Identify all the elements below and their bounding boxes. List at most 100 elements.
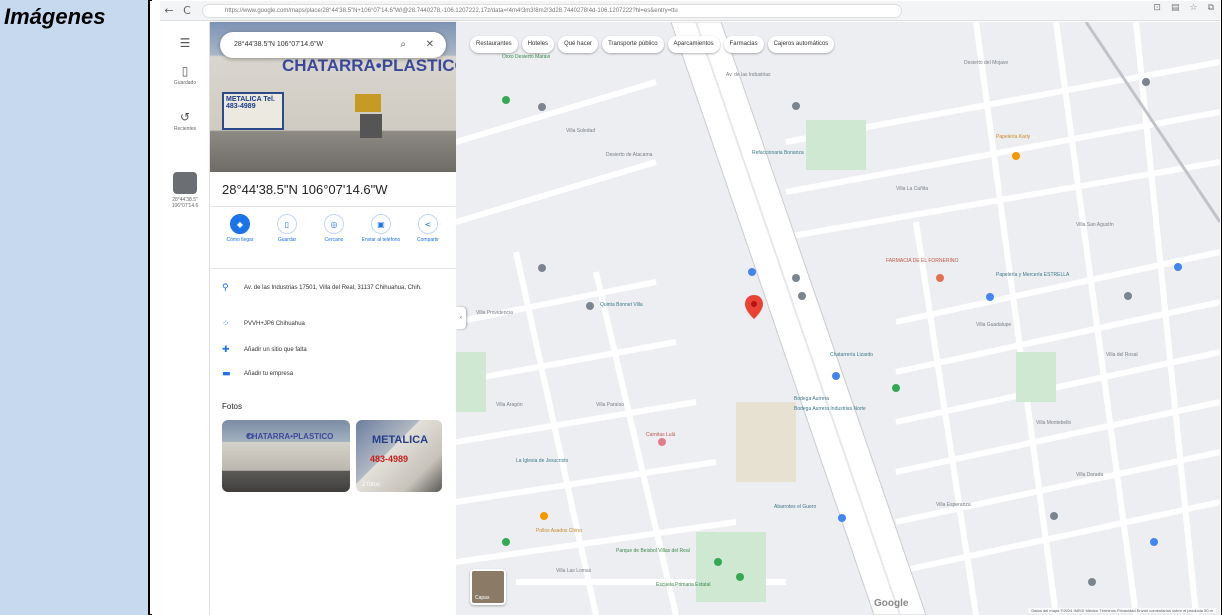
plus-code-text: PVVH+JP6 Chihuahua <box>244 321 305 327</box>
send-to-phone-label: Enviar al teléfono <box>361 237 401 243</box>
map-canvas[interactable]: Restaurantes Hoteles Qué hacer Transport… <box>456 22 1220 615</box>
poi-label[interactable]: Pollos Asados Chino <box>536 528 582 534</box>
street-label: Villa Esperanza <box>936 502 971 508</box>
browser-toolbar: ← C https://www.google.com/maps/place/28… <box>160 1 1220 21</box>
poi-label[interactable]: Papelería y Mercería ESTRELLA <box>996 272 1069 278</box>
poi-label[interactable]: Carnitas Lulú <box>646 432 675 438</box>
location-pin-icon: ⚲ <box>222 283 229 293</box>
saved-label: Guardado <box>173 80 197 86</box>
poi-label[interactable]: FARMACIA DE EL FORNERINO <box>886 258 958 264</box>
chip-things-to-do[interactable]: Qué hacer <box>558 36 599 53</box>
poi-label[interactable]: Parque de Beisbol Villas del Real <box>616 548 690 554</box>
bookmark-icon: ▯ <box>277 214 297 234</box>
directions-icon: ◆ <box>230 214 250 234</box>
history-icon: ↺ <box>179 110 191 124</box>
poi-label[interactable]: Papelería Karly <box>996 134 1030 140</box>
layers-button[interactable]: Capas <box>470 569 506 605</box>
directions-button[interactable]: ◆ Cómo llegar <box>218 214 262 243</box>
chip-atms[interactable]: Cajeros automáticos <box>767 36 835 53</box>
photo2-sign-a: METALICA <box>372 434 429 446</box>
street-label: Villa La Cañita <box>896 186 929 192</box>
saved-button[interactable]: ▯ Guardado <box>160 64 210 86</box>
collections-icon[interactable]: ⧉ <box>1208 3 1214 13</box>
poi-label[interactable]: Escuela Primaria Estatal <box>656 582 710 588</box>
poi-label[interactable]: Quinta Bonnet Villa <box>600 302 643 308</box>
photos-title: Fotos <box>222 402 243 411</box>
poi-label[interactable]: Bodega Aurrera Industrias Norte <box>794 406 866 412</box>
photo-sign-text: CHATARRA•PLASTICO <box>282 56 456 75</box>
favorites-icon[interactable]: ☆ <box>1189 3 1197 13</box>
label-cell: Imágenes <box>0 0 150 615</box>
photo-sign-board-text: METALICA Tel. 483-4989 <box>226 96 275 110</box>
recent-label: Recientes <box>173 126 197 132</box>
menu-button[interactable]: ☰ <box>160 36 210 52</box>
share-icon: < <box>418 214 438 234</box>
poi-label[interactable]: Oxxo Desierto Maravi <box>502 54 550 60</box>
photo-thumbnail-1[interactable]: CHATARRA•PLASTICO ⟲ <box>222 420 350 492</box>
photo-count: 2 fotos <box>362 482 381 488</box>
plus-code-icon: ⁘ <box>222 319 230 329</box>
map-roads <box>456 22 1220 615</box>
chip-parking[interactable]: Aparcamientos <box>667 36 720 53</box>
browser-icons: ⊡ ▤ ☆ ⧉ <box>1153 3 1214 13</box>
poi-label[interactable]: Refaccionaria Bonanza <box>752 150 804 156</box>
address-text: Av. de las Industrias 17501, Villa del R… <box>244 285 422 291</box>
street-label: Villa Montebello <box>1036 420 1072 426</box>
google-logo: Google <box>874 598 909 609</box>
photo-yellow-sign <box>355 94 381 112</box>
send-to-phone-button[interactable]: ▣ Enviar al teléfono <box>359 214 403 243</box>
map-footer: Datos del mapa ©2024 INEGI México Términ… <box>1028 608 1216 613</box>
street-label: Villa Soledad <box>566 128 596 134</box>
photo-door <box>360 114 382 138</box>
recent-place-item[interactable]: 28°44'38.5" 106°07'14.6 <box>160 172 210 209</box>
business-icon: ▬ <box>222 369 231 379</box>
menu-icon: ☰ <box>179 36 191 50</box>
reader-icon[interactable]: ▤ <box>1171 3 1180 13</box>
maps-left-rail: ☰ ▯ Guardado ↺ Recientes 28°44'38.5" 106… <box>160 22 210 615</box>
poi-label[interactable]: Abarrotes el Guero <box>774 504 816 510</box>
images-label: Imágenes <box>4 4 106 29</box>
street-label: Villa Dorada <box>1076 472 1104 478</box>
save-label: Guardar <box>277 237 297 243</box>
photo2-sign-b: 483-4989 <box>370 454 409 464</box>
chip-restaurants[interactable]: Restaurantes <box>470 36 518 53</box>
photo-thumbnail-2[interactable]: METALICA 483-4989 2 fotos <box>356 420 442 492</box>
place-panel: CHATARRA•PLASTICO METALICA Tel. 483-4989… <box>210 22 456 615</box>
share-button[interactable]: < Compartir <box>406 214 450 243</box>
poi-label[interactable]: Bodega Aurrera <box>794 396 829 402</box>
street-label: Villa Guadalupe <box>976 322 1012 328</box>
search-input[interactable]: 28°44'38.5"N 106°07'14.6"W ⌕ ✕ <box>220 32 446 58</box>
reload-icon[interactable]: C <box>178 4 196 17</box>
nearby-button[interactable]: ◎ Cercano <box>312 214 356 243</box>
category-chips: Restaurantes Hoteles Qué hacer Transport… <box>470 36 835 53</box>
save-button[interactable]: ▯ Guardar <box>265 214 309 243</box>
photo-sign-board: METALICA Tel. 483-4989 <box>222 92 284 130</box>
chip-hotels[interactable]: Hoteles <box>521 36 555 53</box>
place-title: 28°44'38.5"N 106°07'14.6"W <box>222 182 388 197</box>
street-label: Villa Aragón <box>496 402 523 408</box>
divider <box>210 268 456 269</box>
poi-label[interactable]: La Iglesia de Jesucristo <box>516 458 568 464</box>
extensions-icon[interactable]: ⊡ <box>1153 3 1161 13</box>
recent-button[interactable]: ↺ Recientes <box>160 110 210 132</box>
street-label: Villa San Agustín <box>1076 222 1114 228</box>
close-icon[interactable]: ✕ <box>426 32 434 58</box>
action-buttons: ◆ Cómo llegar ▯ Guardar ◎ Cercano ▣ Envi… <box>218 214 450 243</box>
chip-transit[interactable]: Transporte público <box>602 36 664 53</box>
poi-label[interactable]: Chatarrería Lizardo <box>830 352 873 358</box>
nearby-icon: ◎ <box>324 214 344 234</box>
street-label: Desierto del Mojave <box>964 60 1009 66</box>
street-view-icon: ⟲ <box>246 432 253 441</box>
chip-pharmacies[interactable]: Farmacias <box>723 36 764 53</box>
address-bar[interactable]: https://www.google.com/maps/place/28°44'… <box>202 3 902 18</box>
add-business-text: Añadir tu empresa <box>244 371 294 377</box>
share-label: Compartir <box>417 237 439 243</box>
nearby-label: Cercano <box>324 237 344 243</box>
add-place-text: Añadir un sitio que falta <box>244 347 307 353</box>
street-label: Desierto de Atacama <box>606 152 653 158</box>
search-value: 28°44'38.5"N 106°07'14.6"W <box>234 41 324 48</box>
collapse-panel-button[interactable]: ‹ <box>456 307 466 329</box>
search-icon[interactable]: ⌕ <box>400 32 406 58</box>
back-icon[interactable]: ← <box>160 4 178 17</box>
street-label: Av. de las Industrias <box>726 72 771 78</box>
